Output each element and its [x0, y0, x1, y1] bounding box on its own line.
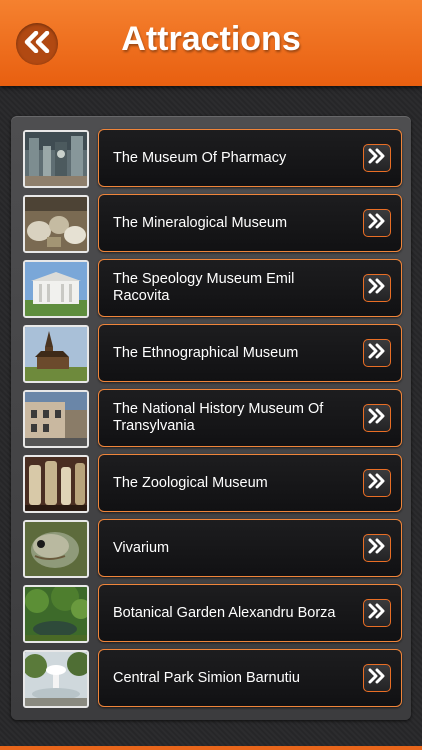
item-label: Botanical Garden Alexandru Borza — [113, 604, 336, 621]
thumbnail-image — [23, 455, 89, 513]
open-item-button[interactable] — [363, 404, 391, 432]
thumbnail-image — [23, 195, 89, 253]
list-item[interactable]: The Mineralogical Museum — [23, 194, 402, 253]
item-bar[interactable]: The Speology Museum Emil Racovita — [98, 259, 402, 317]
list-item[interactable]: Vivarium — [23, 519, 402, 578]
list-item[interactable]: Central Park Simion Barnutiu — [23, 649, 402, 708]
double-chevron-right-icon — [367, 213, 387, 234]
list-item[interactable]: The National History Museum Of Transylva… — [23, 389, 402, 448]
open-item-button[interactable] — [363, 469, 391, 497]
double-chevron-right-icon — [367, 408, 387, 429]
open-item-button[interactable] — [363, 144, 391, 172]
double-chevron-right-icon — [367, 148, 387, 169]
item-bar[interactable]: The Zoological Museum — [98, 454, 402, 512]
open-item-button[interactable] — [363, 339, 391, 367]
list-item[interactable]: The Ethnographical Museum — [23, 324, 402, 383]
item-bar[interactable]: The Mineralogical Museum — [98, 194, 402, 252]
bottom-accent-bar — [0, 746, 422, 750]
item-label: The Speology Museum Emil Racovita — [113, 271, 295, 304]
thumbnail-image — [23, 260, 89, 318]
item-bar[interactable]: Botanical Garden Alexandru Borza — [98, 584, 402, 642]
item-label: The Mineralogical Museum — [113, 214, 288, 231]
list-item[interactable]: The Museum Of Pharmacy — [23, 129, 402, 188]
thumbnail-image — [23, 520, 89, 578]
thumbnail-image — [23, 390, 89, 448]
item-label: Central Park Simion Barnutiu — [113, 669, 300, 686]
open-item-button[interactable] — [363, 274, 391, 302]
open-item-button[interactable] — [363, 599, 391, 627]
item-label: The Zoological Museum — [113, 474, 268, 491]
thumbnail-image — [23, 585, 89, 643]
double-chevron-right-icon — [367, 603, 387, 624]
item-label: The Museum Of Pharmacy — [113, 149, 287, 166]
item-bar[interactable]: The Ethnographical Museum — [98, 324, 402, 382]
double-chevron-right-icon — [367, 278, 387, 299]
item-bar[interactable]: The Museum Of Pharmacy — [98, 129, 402, 187]
open-item-button[interactable] — [363, 664, 391, 692]
open-item-button[interactable] — [363, 209, 391, 237]
item-label: The National History Museum Of Transylva… — [113, 401, 324, 434]
app-header: Attractions — [0, 0, 422, 86]
thumbnail-image — [23, 325, 89, 383]
item-bar[interactable]: Central Park Simion Barnutiu — [98, 649, 402, 707]
double-chevron-right-icon — [367, 343, 387, 364]
double-chevron-right-icon — [367, 473, 387, 494]
page-title: Attractions — [121, 20, 301, 58]
double-chevron-right-icon — [367, 668, 387, 689]
list-item[interactable]: Botanical Garden Alexandru Borza — [23, 584, 402, 643]
item-bar[interactable]: Vivarium — [98, 519, 402, 577]
item-label: Vivarium — [113, 539, 170, 556]
double-chevron-right-icon — [367, 538, 387, 559]
item-label: The Ethnographical Museum — [113, 344, 299, 361]
attractions-list: The Museum Of Pharmacy The Mineralogical… — [11, 116, 411, 720]
thumbnail-image — [23, 650, 89, 708]
open-item-button[interactable] — [363, 534, 391, 562]
list-item[interactable]: The Zoological Museum — [23, 454, 402, 513]
list-item[interactable]: The Speology Museum Emil Racovita — [23, 259, 402, 318]
item-bar[interactable]: The National History Museum Of Transylva… — [98, 389, 402, 447]
thumbnail-image — [23, 130, 89, 188]
